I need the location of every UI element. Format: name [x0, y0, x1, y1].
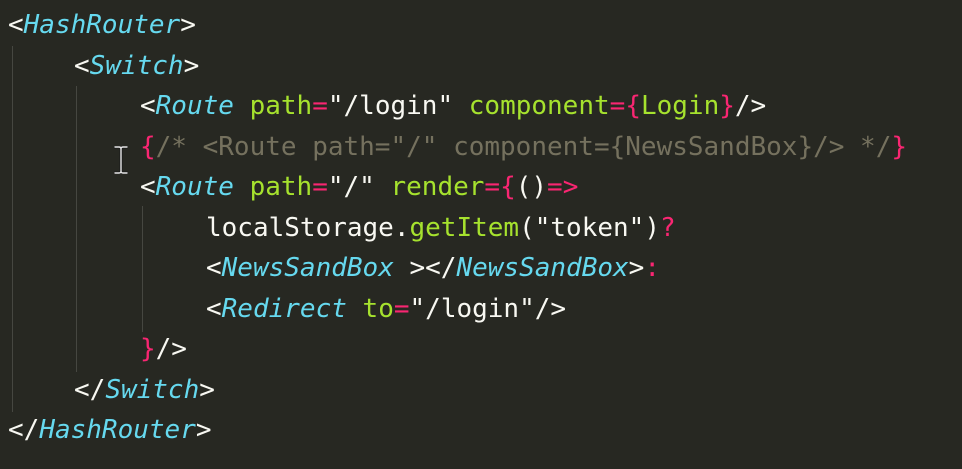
- code-token-tag: Switch: [89, 51, 184, 81]
- code-token-tag: NewsSandBox: [221, 253, 394, 283]
- code-token-tag: Route: [155, 172, 234, 202]
- code-token-punc: >: [183, 51, 200, 81]
- code-line[interactable]: }/>: [140, 329, 187, 369]
- code-token-attr: render: [390, 172, 485, 202]
- code-line[interactable]: </Switch>: [74, 370, 215, 410]
- code-line[interactable]: <HashRouter>: [8, 5, 196, 45]
- code-token-punc: <: [140, 172, 156, 202]
- code-token-op: }: [719, 91, 735, 121]
- code-token-punc: (): [515, 172, 548, 202]
- code-token-tag: HashRouter: [39, 415, 196, 445]
- code-token-punc: <: [140, 91, 156, 121]
- code-token-op: {: [140, 132, 156, 162]
- code-token-op: =: [609, 91, 626, 121]
- code-token-op: =: [484, 172, 501, 202]
- code-token-punc: >: [195, 415, 212, 445]
- code-line[interactable]: <Route path="/login" component={Login}/>: [140, 86, 766, 126]
- code-token-punc: [347, 294, 363, 324]
- code-line[interactable]: {/* <Route path="/" component={NewsSandB…: [140, 127, 907, 167]
- code-token-punc: [234, 91, 250, 121]
- code-token-str: "/login": [409, 294, 535, 324]
- indent-guide: [142, 206, 143, 332]
- code-token-punc: </: [74, 375, 106, 405]
- code-line[interactable]: <NewsSandBox ></NewsSandBox>:: [206, 248, 660, 288]
- code-token-punc: [234, 172, 250, 202]
- code-token-op: =: [312, 91, 328, 121]
- code-token-str: "/login": [327, 91, 454, 121]
- code-line[interactable]: </HashRouter>: [8, 410, 212, 450]
- code-token-op: {: [500, 172, 516, 202]
- code-token-str: "/": [327, 172, 375, 202]
- code-token-punc: [375, 172, 391, 202]
- code-line[interactable]: <Switch>: [74, 46, 199, 86]
- code-token-tag: Redirect: [221, 294, 347, 324]
- code-token-punc: />: [534, 294, 567, 324]
- code-token-attr: path: [249, 91, 313, 121]
- code-token-punc: <: [8, 10, 24, 40]
- code-token-punc: >: [199, 375, 215, 405]
- code-token-str: "token": [534, 213, 645, 243]
- code-token-punc: >: [628, 253, 645, 283]
- i-beam-cursor-icon: [114, 146, 128, 174]
- code-token-ident: localStorage: [206, 213, 394, 243]
- code-token-punc: (: [519, 213, 535, 243]
- code-token-op: :: [644, 253, 660, 283]
- code-token-punc: <: [206, 253, 222, 283]
- code-token-op: =: [393, 294, 410, 324]
- code-token-punc: <: [206, 294, 222, 324]
- code-token-op: }: [891, 132, 908, 162]
- code-token-tag: NewsSandBox: [456, 253, 629, 283]
- code-token-op: =: [312, 172, 328, 202]
- code-token-punc: >: [180, 10, 196, 40]
- code-token-func: getItem: [409, 213, 520, 243]
- code-token-tag: HashRouter: [23, 10, 181, 40]
- code-token-punc: ></: [393, 253, 457, 283]
- code-line[interactable]: <Route path="/" render={()=>: [140, 167, 578, 207]
- code-line[interactable]: localStorage.getItem("token")?: [206, 208, 676, 248]
- code-token-punc: />: [734, 91, 767, 121]
- code-token-attr: Login: [640, 91, 720, 121]
- code-token-op: =>: [547, 172, 579, 202]
- code-token-op: ?: [659, 213, 676, 243]
- code-line[interactable]: <Redirect to="/login"/>: [206, 289, 566, 329]
- code-token-op: }: [140, 334, 156, 364]
- code-token-tag: Route: [155, 91, 234, 121]
- code-token-punc: </: [8, 415, 40, 445]
- code-token-punc: .: [393, 213, 410, 243]
- code-token-punc: [453, 91, 469, 121]
- code-token-attr: to: [362, 294, 394, 324]
- code-token-punc: ): [644, 213, 660, 243]
- code-token-attr: path: [249, 172, 313, 202]
- code-token-punc: <: [74, 51, 90, 81]
- code-token-tag: Switch: [105, 375, 200, 405]
- code-token-op: {: [625, 91, 641, 121]
- code-token-attr: component: [468, 91, 610, 121]
- code-token-comment: /* <Route path="/" component={NewsSandBo…: [155, 132, 892, 162]
- code-token-punc: />: [155, 334, 187, 364]
- indent-guide: [12, 46, 13, 412]
- code-editor[interactable]: <HashRouter> <Switch> <Route path="/logi…: [0, 0, 962, 469]
- scrolled-text-fragment: [60, 0, 80, 4]
- indent-guide: [76, 86, 77, 372]
